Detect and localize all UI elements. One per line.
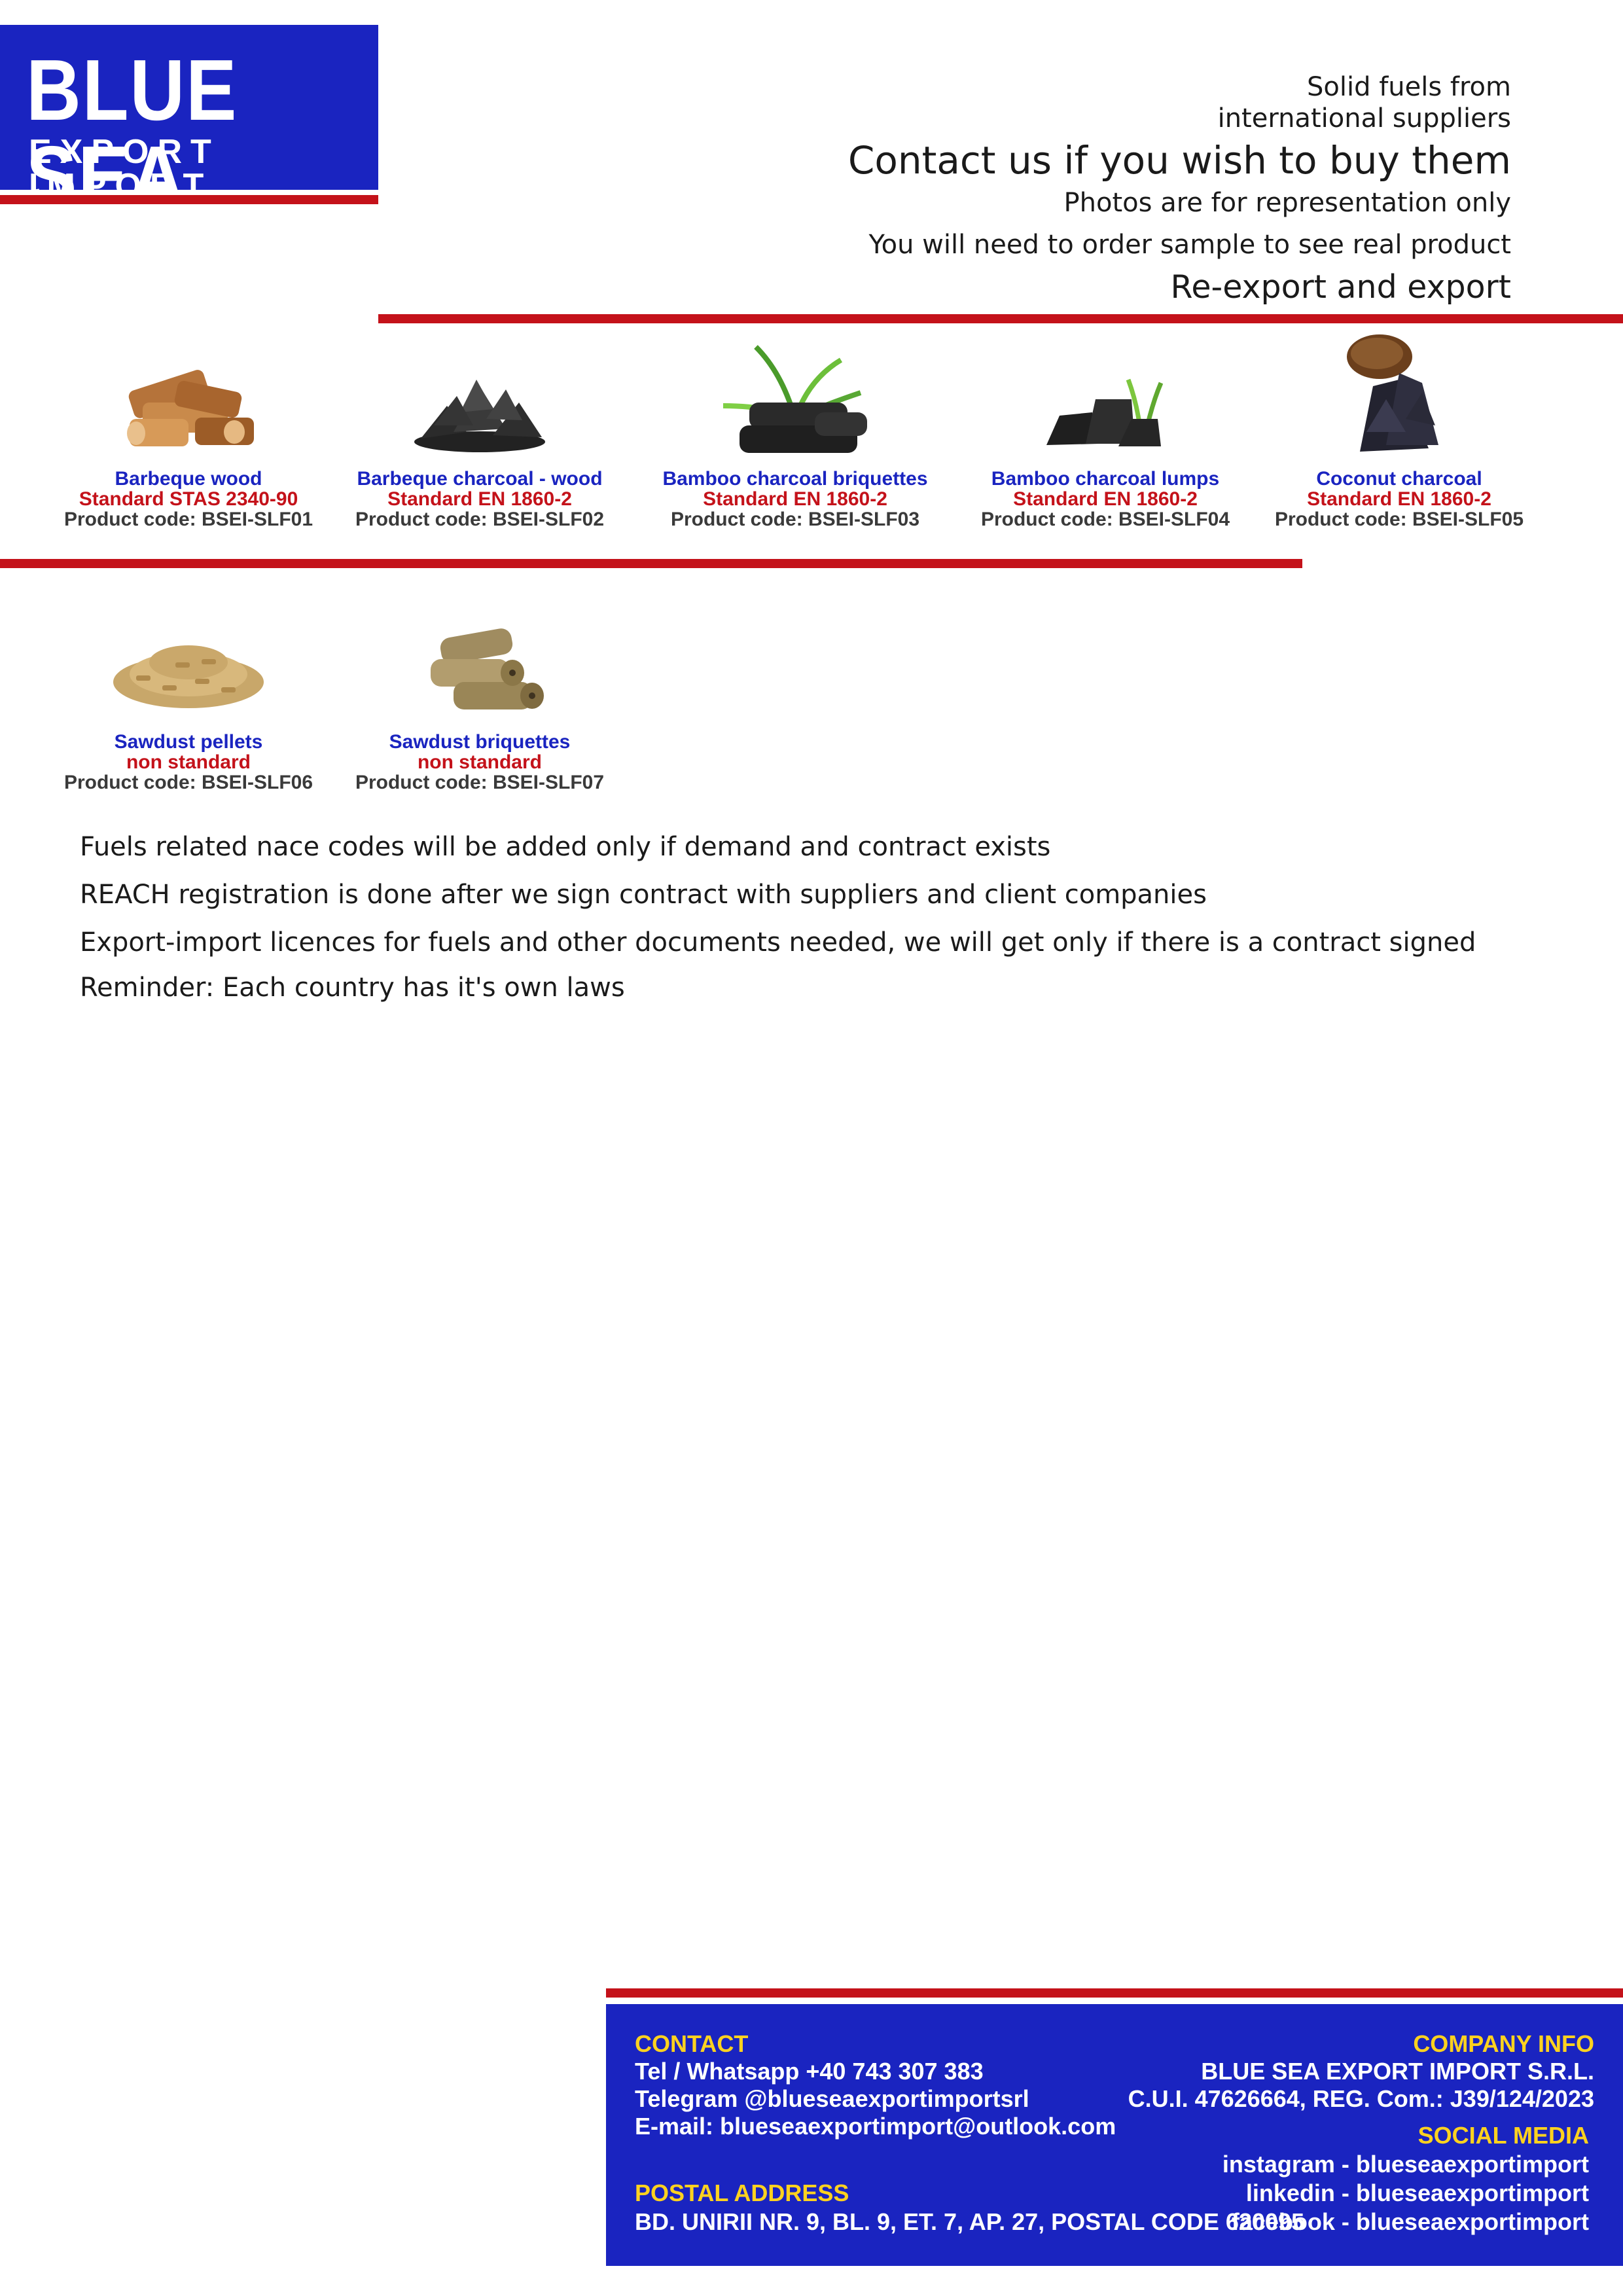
- company-ids: C.U.I. 47626664, REG. Com.: J39/124/2023: [1128, 2085, 1594, 2112]
- product-card: Barbeque charcoal - wood Standard EN 186…: [329, 334, 630, 529]
- product-standard: non standard: [126, 751, 251, 773]
- coconut-charcoal-icon: [1314, 334, 1484, 465]
- social-instagram[interactable]: instagram - blueseaexportimport: [1222, 2151, 1589, 2178]
- product-standard: Standard STAS 2340-90: [79, 488, 298, 510]
- product-code: Product code: BSEI-SLF06: [63, 772, 313, 793]
- header-line-4: Photos are for representation only: [1063, 188, 1511, 218]
- bamboo-lumps-icon: [1020, 334, 1190, 465]
- contact-heading: CONTACT: [635, 2030, 749, 2057]
- logo-divider: [0, 195, 378, 204]
- product-name: Bamboo charcoal lumps: [991, 468, 1220, 490]
- note-reminder: Reminder: Each country has it's own laws: [80, 973, 625, 1003]
- charcoal-pile-icon: [395, 334, 565, 465]
- product-name: Coconut charcoal: [1316, 468, 1482, 490]
- product-standard: non standard: [417, 751, 542, 773]
- header-line-1: Solid fuels from: [1307, 72, 1511, 102]
- product-card: Barbeque wood Standard STAS 2340-90 Prod…: [38, 334, 339, 529]
- contact-telegram[interactable]: Telegram @blueseaexportimportsrl: [635, 2085, 1029, 2113]
- postal-heading: POSTAL ADDRESS: [635, 2179, 849, 2206]
- footer-contact-panel: CONTACT Tel / Whatsapp +40 743 307 383 T…: [606, 2004, 1623, 2266]
- company-name: BLUE SEA EXPORT IMPORT S.R.L.: [1201, 2058, 1594, 2085]
- product-name: Bamboo charcoal briquettes: [662, 468, 928, 490]
- product-code: Product code: BSEI-SLF05: [1274, 509, 1524, 530]
- product-code: Product code: BSEI-SLF04: [980, 509, 1230, 530]
- product-divider: [0, 559, 1302, 568]
- bamboo-briquettes-icon: [710, 334, 880, 465]
- social-heading: SOCIAL MEDIA: [1418, 2122, 1589, 2149]
- social-facebook[interactable]: facebook - blueseaexportimport: [1232, 2208, 1589, 2236]
- product-card: Bamboo charcoal lumps Standard EN 1860-2…: [955, 334, 1256, 529]
- product-standard: Standard EN 1860-2: [387, 488, 572, 510]
- header-headline: Contact us if you wish to buy them: [847, 138, 1511, 183]
- header-line-6: Re-export and export: [1170, 268, 1511, 306]
- note-reach-registration: REACH registration is done after we sign…: [80, 880, 1207, 910]
- contact-phone[interactable]: Tel / Whatsapp +40 743 307 383: [635, 2058, 984, 2085]
- note-nace-codes: Fuels related nace codes will be added o…: [80, 832, 1051, 862]
- firewood-icon: [103, 334, 274, 465]
- product-standard: Standard EN 1860-2: [1013, 488, 1198, 510]
- header-line-2: international suppliers: [1217, 103, 1511, 134]
- footer-divider: [606, 1988, 1623, 1998]
- product-name: Sawdust pellets: [114, 731, 263, 753]
- product-code: Product code: BSEI-SLF02: [355, 509, 605, 530]
- product-name: Sawdust briquettes: [389, 731, 571, 753]
- product-code: Product code: BSEI-SLF03: [670, 509, 920, 530]
- product-name: Barbeque wood: [115, 468, 262, 490]
- contact-email[interactable]: E-mail: blueseaexportimport@outlook.com: [635, 2113, 1116, 2140]
- sawdust-briquettes-icon: [395, 597, 565, 728]
- social-linkedin[interactable]: linkedin - blueseaexportimport: [1246, 2179, 1589, 2207]
- product-card: Bamboo charcoal briquettes Standard EN 1…: [645, 334, 946, 529]
- product-card: Sawdust pellets non standard Product cod…: [38, 597, 339, 793]
- company-logo: BLUE SEA EXPORT IMPORT: [0, 25, 378, 220]
- header-divider: [378, 314, 1623, 323]
- product-standard: Standard EN 1860-2: [1307, 488, 1491, 510]
- product-card: Coconut charcoal Standard EN 1860-2 Prod…: [1249, 334, 1550, 529]
- company-heading: COMPANY INFO: [1413, 2030, 1594, 2057]
- logo-subtitle: EXPORT IMPORT: [29, 133, 220, 205]
- note-licences: Export-import licences for fuels and oth…: [80, 927, 1476, 958]
- pellets-icon: [103, 597, 274, 728]
- product-name: Barbeque charcoal - wood: [357, 468, 603, 490]
- product-code: Product code: BSEI-SLF01: [63, 509, 313, 530]
- postal-address: BD. UNIRII NR. 9, BL. 9, ET. 7, AP. 27, …: [635, 2208, 1304, 2235]
- header-line-5: You will need to order sample to see rea…: [868, 230, 1511, 260]
- product-card: Sawdust briquettes non standard Product …: [329, 597, 630, 793]
- product-standard: Standard EN 1860-2: [703, 488, 887, 510]
- product-code: Product code: BSEI-SLF07: [355, 772, 605, 793]
